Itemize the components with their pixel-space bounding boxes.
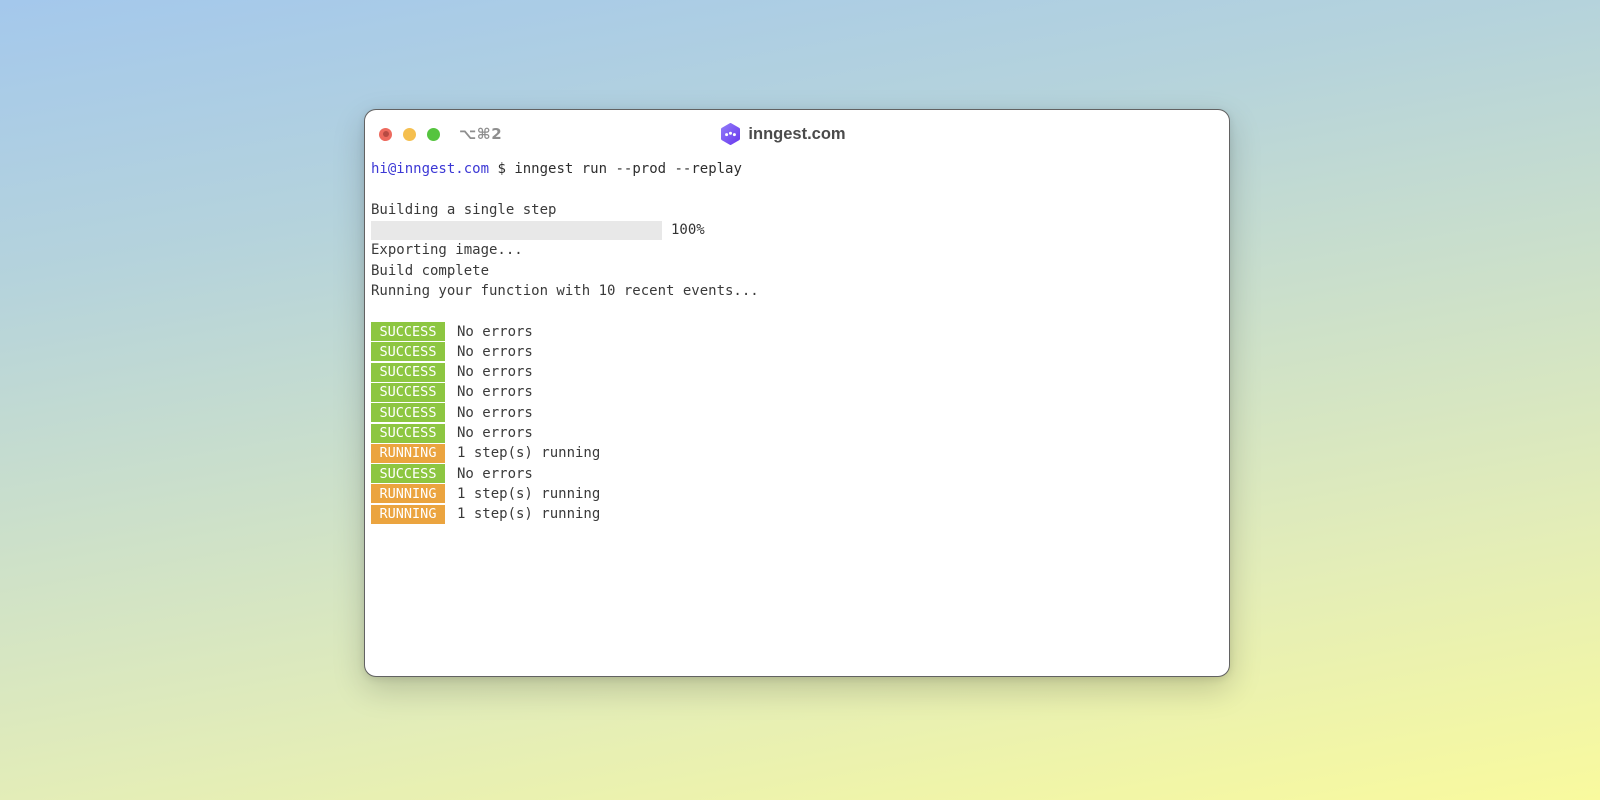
status-badge: SUCCESS bbox=[371, 362, 445, 382]
window-titlebar: ⌥⌘2 inngest.com bbox=[365, 110, 1229, 158]
inngest-logo-icon bbox=[720, 123, 741, 145]
command-prompt-line: hi@inngest.com $ inngest run --prod --re… bbox=[371, 159, 1229, 179]
run-result-row: SUCCESS No errors bbox=[371, 463, 1229, 484]
status-badge: SUCCESS bbox=[371, 464, 445, 484]
window-title: inngest.com bbox=[720, 123, 846, 145]
output-line: Build complete bbox=[371, 262, 490, 279]
command-text: inngest run --prod --replay bbox=[514, 161, 742, 178]
run-result-row: RUNNING 1 step(s) running bbox=[371, 443, 1229, 463]
traffic-lights bbox=[379, 110, 440, 158]
result-message: 1 step(s) running bbox=[457, 506, 601, 523]
status-badge: RUNNING bbox=[371, 484, 445, 504]
run-result-row: SUCCESS No errors bbox=[371, 321, 1229, 342]
prompt-user: hi@inngest.com bbox=[371, 161, 490, 178]
progress-percent-label: 100% bbox=[671, 222, 705, 239]
run-results-list: SUCCESS No errors SUCCESS No errors SUCC… bbox=[371, 321, 1229, 524]
progress-line: 100% bbox=[371, 220, 1229, 240]
output-line: Exporting image... bbox=[371, 242, 523, 259]
terminal-content[interactable]: hi@inngest.com $ inngest run --prod --re… bbox=[365, 158, 1229, 524]
run-result-row: RUNNING 1 step(s) running bbox=[371, 504, 1229, 524]
result-message: 1 step(s) running bbox=[457, 485, 601, 502]
close-button[interactable] bbox=[379, 127, 392, 141]
status-badge: SUCCESS bbox=[371, 382, 445, 402]
run-result-row: SUCCESS No errors bbox=[371, 403, 1229, 423]
status-badge: SUCCESS bbox=[371, 423, 445, 443]
prompt-symbol: $ bbox=[497, 161, 506, 178]
result-message: No errors bbox=[457, 343, 533, 360]
result-message: No errors bbox=[457, 404, 533, 421]
status-badge: SUCCESS bbox=[371, 403, 445, 423]
output-line: Running your function with 10 recent eve… bbox=[371, 282, 759, 299]
minimize-button[interactable] bbox=[403, 127, 416, 141]
result-message: No errors bbox=[457, 425, 533, 441]
status-badge: RUNNING bbox=[371, 504, 445, 524]
zoom-button[interactable] bbox=[427, 127, 440, 141]
status-badge: SUCCESS bbox=[371, 322, 445, 342]
terminal-window: ⌥⌘2 inngest.com hi@inngest.com $ inngest… bbox=[364, 109, 1230, 677]
result-message: No errors bbox=[457, 384, 533, 401]
run-result-row: SUCCESS No errors bbox=[371, 362, 1229, 382]
result-message: 1 step(s) running bbox=[457, 445, 601, 462]
status-badge: SUCCESS bbox=[371, 342, 445, 362]
result-message: No errors bbox=[457, 364, 533, 381]
page-title: inngest.com bbox=[748, 124, 846, 143]
run-result-row: SUCCESS No errors bbox=[371, 342, 1229, 362]
run-result-row: RUNNING 1 step(s) running bbox=[371, 484, 1229, 504]
result-message: No errors bbox=[457, 465, 533, 482]
build-step-label: Building a single step bbox=[371, 201, 557, 218]
run-result-row: SUCCESS No errors bbox=[371, 382, 1229, 402]
tab-shortcut-label: ⌥⌘2 bbox=[459, 125, 503, 143]
result-message: No errors bbox=[457, 323, 533, 340]
progress-bar bbox=[371, 220, 662, 240]
run-result-row: SUCCESS No errors bbox=[371, 423, 1229, 443]
status-badge: RUNNING bbox=[371, 443, 445, 463]
